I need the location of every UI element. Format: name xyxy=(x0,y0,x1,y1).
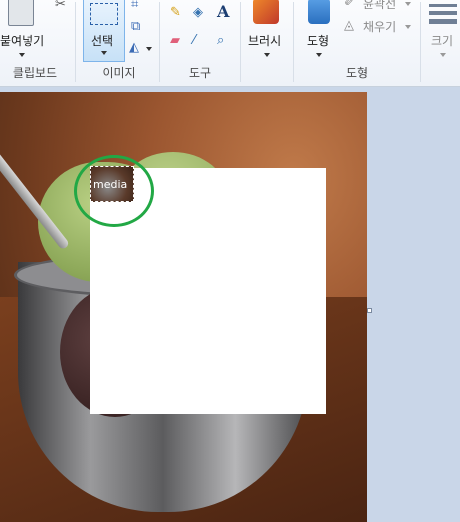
divider xyxy=(420,2,421,82)
cut-icon[interactable]: ✂ xyxy=(55,0,66,12)
chevron-down-icon xyxy=(316,53,322,57)
select-rectangle-icon xyxy=(90,3,118,25)
fill-button[interactable]: ◬ 채우기 xyxy=(344,17,420,35)
select-button[interactable]: 선택 xyxy=(83,0,125,62)
size-icon-line xyxy=(429,19,457,24)
fill-label: 채우기 xyxy=(363,20,397,34)
chevron-down-icon xyxy=(101,51,107,55)
chevron-down-icon xyxy=(405,2,411,6)
tools-group-label: 도구 xyxy=(188,66,212,80)
crop-icon[interactable]: ⌗ xyxy=(131,0,138,12)
divider xyxy=(159,2,160,82)
chevron-down-icon xyxy=(264,53,270,57)
shapes-label: 도형 xyxy=(307,34,330,48)
brush-icon xyxy=(253,0,279,24)
clipboard-group-label: 클립보드 xyxy=(12,66,58,80)
select-label: 선택 xyxy=(91,34,114,48)
outline-icon: ✐ xyxy=(344,0,355,10)
ribbon: 붙여넣기 ✂ 클립보드 선택 ⌗ ⧉ ◭ 이미지 ✎ ◈ A ▰ ⁄ ⌕ 도구 … xyxy=(0,0,460,87)
text-icon[interactable]: A xyxy=(217,4,229,20)
annotation-circle xyxy=(74,155,154,227)
clipboard-icon xyxy=(8,0,34,26)
fill-bucket-icon[interactable]: ◈ xyxy=(193,6,203,20)
divider xyxy=(293,2,294,82)
pencil-icon[interactable]: ✎ xyxy=(170,6,181,20)
chevron-down-icon xyxy=(405,25,411,29)
fill-icon: ◬ xyxy=(344,18,354,33)
chevron-down-icon xyxy=(19,53,25,57)
shapes-icon xyxy=(308,0,330,24)
shapes-button[interactable]: 도형 xyxy=(298,0,338,62)
canvas-resize-handle[interactable] xyxy=(367,308,372,313)
paste-button[interactable]: 붙여넣기 xyxy=(0,0,50,62)
chevron-down-icon[interactable] xyxy=(146,47,152,51)
size-button[interactable]: 크기 xyxy=(424,0,460,62)
magnifier-icon[interactable]: ⌕ xyxy=(217,34,224,48)
canvas-image[interactable]: media xyxy=(0,92,367,522)
outline-label: 윤곽선 xyxy=(363,0,397,11)
size-label: 크기 xyxy=(431,34,454,48)
chevron-down-icon xyxy=(440,53,446,57)
rotate-icon[interactable]: ◭ xyxy=(129,41,139,55)
image-group-label: 이미지 xyxy=(102,66,136,80)
resize-icon[interactable]: ⧉ xyxy=(131,20,140,34)
outline-button[interactable]: ✐ 윤곽선 xyxy=(344,0,420,12)
workspace: media xyxy=(0,87,460,522)
eraser-icon[interactable]: ▰ xyxy=(170,34,180,48)
size-icon xyxy=(429,4,457,7)
paste-label: 붙여넣기 xyxy=(0,34,45,48)
shapes-group-label: 도형 xyxy=(345,66,369,80)
divider xyxy=(75,2,76,82)
color-picker-icon[interactable]: ⁄ xyxy=(193,34,195,48)
divider xyxy=(240,2,241,82)
brushes-label: 브러시 xyxy=(248,34,282,48)
brushes-button[interactable]: 브러시 xyxy=(244,0,290,62)
size-icon-line xyxy=(429,11,457,15)
